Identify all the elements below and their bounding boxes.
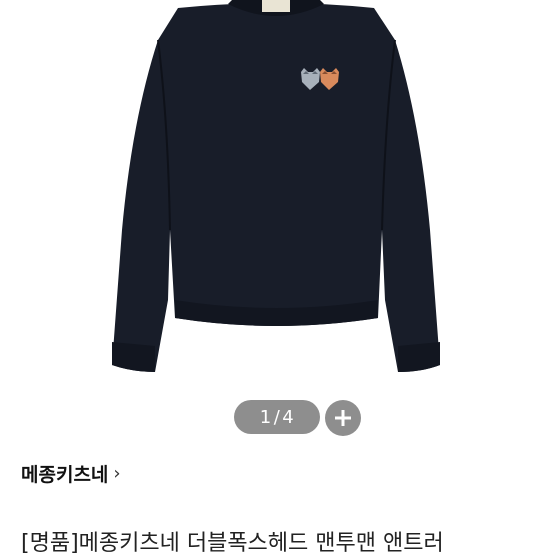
product-image[interactable] [0, 0, 553, 400]
total-pages: 4 [282, 406, 295, 428]
chevron-right-icon: › [113, 463, 121, 484]
current-page: 1 [259, 406, 272, 428]
neck-label [262, 0, 290, 12]
more-images-button[interactable] [325, 400, 361, 436]
sweatshirt-illustration [112, 0, 440, 372]
image-page-indicator: 1 / 4 [234, 400, 320, 434]
plus-icon [335, 410, 351, 426]
page-separator: / [273, 406, 281, 428]
brand-name: 메종키츠네 [21, 464, 109, 486]
product-title: [명품]메종키츠네 더블폭스헤드 맨투맨 앤트러 [21, 531, 444, 556]
brand-link[interactable]: 메종키츠네 › [21, 460, 121, 487]
